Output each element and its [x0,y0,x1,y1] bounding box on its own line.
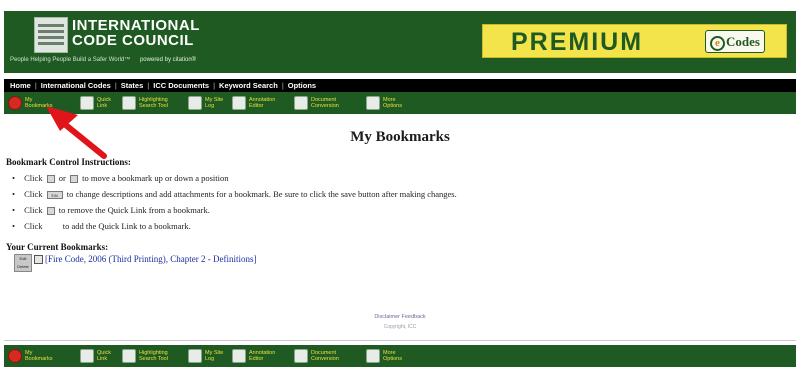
instruction-move: Click or to move a bookmark up or down a… [12,170,457,186]
header-banner: INTERNATIONAL CODE COUNCIL People Helpin… [4,11,796,73]
nav-keyword-search[interactable]: Keyword Search [219,81,278,90]
toolbar-my-bookmarks[interactable]: My Bookmarks [8,95,53,111]
annotation-icon [232,349,246,363]
instructions-list: Click or to move a bookmark up or down a… [12,170,457,234]
ecodes-e-icon: e [710,35,725,51]
powered-by-text: powered by citation® [139,57,197,63]
instruction-remove-quick-link: Click to remove the Quick Link from a bo… [12,202,457,218]
icc-logo-icon [34,17,68,53]
toolbar-quick-link[interactable]: Quick Link [80,95,111,111]
annotation-icon [232,96,246,110]
nav-home[interactable]: Home [10,81,31,90]
icc-logo-title[interactable]: INTERNATIONAL CODE COUNCIL [72,18,200,48]
toolbar-annotation-editor[interactable]: Annotation Editor [232,95,275,111]
tagline-text: People Helping People Build a Safer Worl… [10,57,131,63]
quick-link-toggle-icon[interactable] [34,255,43,264]
quick-link-icon [80,96,94,110]
nav-international-codes[interactable]: International Codes [41,81,111,90]
footer-divider [4,340,796,341]
tool-bar-top: My Bookmarks Quick Link Highlighting Search… [4,92,796,114]
instructions-heading: Bookmark Control Instructions: [6,157,131,167]
document-conversion-icon [294,349,308,363]
edit-delete-button[interactable]: Edit Delete [14,254,32,272]
toolbar-quick-link[interactable]: Quick Link [80,348,111,364]
footer-copyright: Copyright, ICC [383,324,417,330]
page-title: My Bookmarks [350,129,450,145]
premium-label: PREMIUM [511,28,644,56]
bookmark-icon [8,96,22,110]
site-log-icon [188,96,202,110]
nav-options[interactable]: Options [288,81,316,90]
remove-quick-link-icon [46,207,55,216]
toolbar-highlighting-search-tool[interactable]: Highlighting Search Tool [122,348,168,364]
main-nav: Home | International Codes | States | ICC Docu… [4,79,796,92]
more-options-icon [366,349,380,363]
logo-line1: INTERNATIONAL [72,17,200,34]
more-options-icon [366,96,380,110]
instruction-add-quick-link: Click to add the Quick Link to a bookmar… [12,218,457,234]
nav-icc-documents[interactable]: ICC Documents [153,81,209,90]
tool-bar-bottom: My Bookmarks Quick Link Highlighting Search… [4,345,796,367]
toolbar-my-site-log[interactable]: My Site Log [188,95,223,111]
toolbar-document-conversion[interactable]: Document Conversion [294,348,339,364]
premium-badge: PREMIUM e Codes [482,24,787,58]
edit-icon: Edit [46,191,63,200]
logo-line2: CODE COUNCIL [72,32,194,49]
site-log-icon [188,349,202,363]
footer-links[interactable]: Disclaimer Feedback [0,314,800,320]
highlighter-icon [122,96,136,110]
toolbar-highlighting-search-tool[interactable]: Highlighting Search Tool [122,95,168,111]
highlighter-icon [122,349,136,363]
bookmark-link[interactable]: [Fire Code, 2006 (Third Printing), Chapt… [45,254,256,264]
add-quick-link-icon [46,223,59,232]
move-down-icon [70,175,78,184]
bookmark-icon [8,349,22,363]
instruction-edit: Click Edit to change descriptions and ad… [12,186,457,202]
nav-states[interactable]: States [121,81,144,90]
move-up-icon [46,175,55,184]
toolbar-document-conversion[interactable]: Document Conversion [294,95,339,111]
toolbar-more-options[interactable]: More Options [366,95,402,111]
toolbar-annotation-editor[interactable]: Annotation Editor [232,348,275,364]
logo-tagline: People Helping People Build a Safer Worl… [10,57,196,63]
ecodes-label: Codes [726,34,760,49]
toolbar-more-options[interactable]: More Options [366,348,402,364]
toolbar-my-bookmarks[interactable]: My Bookmarks [8,348,53,364]
ecodes-logo: e Codes [705,30,765,53]
toolbar-my-site-log[interactable]: My Site Log [188,348,223,364]
current-bookmarks-heading: Your Current Bookmarks: [6,242,109,252]
document-conversion-icon [294,96,308,110]
quick-link-icon [80,349,94,363]
